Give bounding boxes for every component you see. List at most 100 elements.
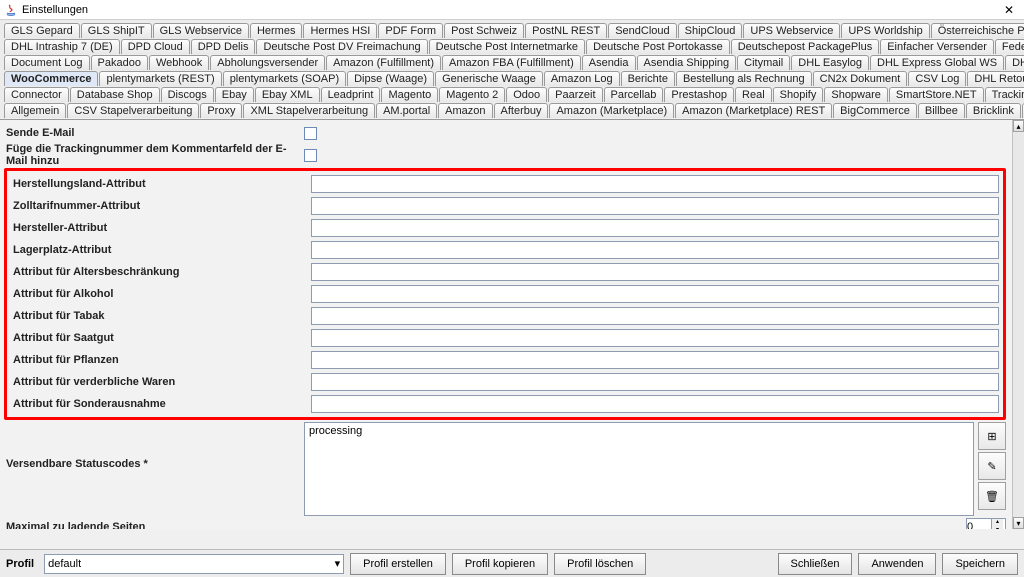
input-attribut-f-r-tabak[interactable] <box>311 307 999 325</box>
tab-asendia-shipping[interactable]: Asendia Shipping <box>637 55 737 70</box>
spinner-max-pages[interactable]: 0 ▴▾ <box>966 518 1006 529</box>
combo-profil[interactable]: default ▾ <box>44 554 344 574</box>
tab-dhl-retoure[interactable]: DHL Retoure <box>967 71 1024 86</box>
button-profil-loeschen[interactable]: Profil löschen <box>554 553 646 575</box>
tab-citymail[interactable]: Citymail <box>737 55 790 70</box>
tab-bestellung-als-rechnung[interactable]: Bestellung als Rechnung <box>676 71 812 86</box>
tab-shopify[interactable]: Shopify <box>773 87 824 102</box>
tab-asendia[interactable]: Asendia <box>582 55 636 70</box>
delete-button[interactable]: 🗑 <box>978 482 1006 510</box>
button-speichern[interactable]: Speichern <box>942 553 1018 575</box>
tab-pakadoo[interactable]: Pakadoo <box>91 55 148 70</box>
chevron-up-icon[interactable]: ▴ <box>991 519 1003 527</box>
tab-deutsche-post-portokasse[interactable]: Deutsche Post Portokasse <box>586 39 730 54</box>
tab-dpd-cloud[interactable]: DPD Cloud <box>121 39 190 54</box>
tab-hermes[interactable]: Hermes <box>250 23 303 38</box>
tab-plentymarkets-soap-[interactable]: plentymarkets (SOAP) <box>223 71 346 86</box>
tab-document-log[interactable]: Document Log <box>4 55 90 70</box>
input-lagerplatz-attribut[interactable] <box>311 241 999 259</box>
tab-shipcloud[interactable]: ShipCloud <box>678 23 743 38</box>
tab-csv-log[interactable]: CSV Log <box>908 71 966 86</box>
tab-dhl-easylog[interactable]: DHL Easylog <box>791 55 869 70</box>
edit-button[interactable]: ✎ <box>978 452 1006 480</box>
tab-pdf-form[interactable]: PDF Form <box>378 23 443 38</box>
button-anwenden[interactable]: Anwenden <box>858 553 936 575</box>
tab-connector[interactable]: Connector <box>4 87 69 102</box>
button-profil-kopieren[interactable]: Profil kopieren <box>452 553 548 575</box>
tab-deutschepost-packageplus[interactable]: Deutschepost PackagePlus <box>731 39 880 54</box>
tab-plentymarkets-rest-[interactable]: plentymarkets (REST) <box>99 71 221 86</box>
tab-magento[interactable]: Magento <box>381 87 438 102</box>
tab-odoo[interactable]: Odoo <box>506 87 547 102</box>
input-attribut-f-r-altersbeschr-nkung[interactable] <box>311 263 999 281</box>
chevron-down-icon[interactable]: ▾ <box>991 527 1003 529</box>
checkbox-add-tracking[interactable] <box>304 149 317 162</box>
tab-parcellab[interactable]: Parcellab <box>604 87 664 102</box>
tab-abholungsversender[interactable]: Abholungsversender <box>210 55 325 70</box>
input-herstellungsland-attribut[interactable] <box>311 175 999 193</box>
tab-hermes-hsi[interactable]: Hermes HSI <box>303 23 377 38</box>
add-button[interactable]: ⊞ <box>978 422 1006 450</box>
checkbox-send-email[interactable] <box>304 127 317 140</box>
tab-amazon[interactable]: Amazon <box>438 103 492 118</box>
tab-trackingportal[interactable]: Trackingportal <box>985 87 1024 102</box>
tab-ups-webservice[interactable]: UPS Webservice <box>743 23 840 38</box>
tab-webhook[interactable]: Webhook <box>149 55 209 70</box>
tab-prestashop[interactable]: Prestashop <box>664 87 734 102</box>
tab-sendcloud[interactable]: SendCloud <box>608 23 676 38</box>
tab-amazon-fulfillment-[interactable]: Amazon (Fulfillment) <box>326 55 441 70</box>
tab-magento-2[interactable]: Magento 2 <box>439 87 505 102</box>
tab-dpd-delis[interactable]: DPD Delis <box>191 39 256 54</box>
tab-fedex-webservice[interactable]: Fedex Webservice <box>995 39 1024 54</box>
input-attribut-f-r-pflanzen[interactable] <box>311 351 999 369</box>
input-statuscodes[interactable] <box>304 422 974 516</box>
tab-billbee[interactable]: Billbee <box>918 103 965 118</box>
tab-csv-stapelverarbeitung[interactable]: CSV Stapelverarbeitung <box>67 103 199 118</box>
tab-postnl-rest[interactable]: PostNL REST <box>525 23 607 38</box>
tab-am-portal[interactable]: AM.portal <box>376 103 437 118</box>
tab-real[interactable]: Real <box>735 87 772 102</box>
input-zolltarifnummer-attribut[interactable] <box>311 197 999 215</box>
tab-allgemein[interactable]: Allgemein <box>4 103 66 118</box>
vertical-scrollbar[interactable]: ▴ ▾ <box>1012 120 1024 529</box>
tab-bigcommerce[interactable]: BigCommerce <box>833 103 917 118</box>
tab--sterreichische-post[interactable]: Österreichische Post <box>931 23 1024 38</box>
tab-dipse-waage-[interactable]: Dipse (Waage) <box>347 71 434 86</box>
tab-smartstore-net[interactable]: SmartStore.NET <box>889 87 984 102</box>
tab-paarzeit[interactable]: Paarzeit <box>548 87 602 102</box>
tab-afterbuy[interactable]: Afterbuy <box>494 103 549 118</box>
tab-amazon-log[interactable]: Amazon Log <box>544 71 620 86</box>
button-schliessen[interactable]: Schließen <box>778 553 853 575</box>
tab-ebay-xml[interactable]: Ebay XML <box>255 87 320 102</box>
scroll-down-icon[interactable]: ▾ <box>1013 517 1024 529</box>
tab-deutsche-post-dv-freimachung[interactable]: Deutsche Post DV Freimachung <box>256 39 427 54</box>
tab-dhl-intraship-7-de-[interactable]: DHL Intraship 7 (DE) <box>4 39 120 54</box>
tab-dhl-gesch-ftskundenversand[interactable]: DHL Geschäftskundenversand <box>1005 55 1024 70</box>
tab-post-schweiz[interactable]: Post Schweiz <box>444 23 524 38</box>
tab-einfacher-versender[interactable]: Einfacher Versender <box>880 39 994 54</box>
input-attribut-f-r-alkohol[interactable] <box>311 285 999 303</box>
input-hersteller-attribut[interactable] <box>311 219 999 237</box>
tab-xml-stapelverarbeitung[interactable]: XML Stapelverarbeitung <box>243 103 375 118</box>
tab-berichte[interactable]: Berichte <box>621 71 675 86</box>
input-attribut-f-r-verderbliche-waren[interactable] <box>311 373 999 391</box>
close-icon[interactable]: ✕ <box>998 3 1020 17</box>
tab-discogs[interactable]: Discogs <box>161 87 214 102</box>
tab-ebay[interactable]: Ebay <box>215 87 254 102</box>
tab-woocommerce[interactable]: WooCommerce <box>4 71 98 86</box>
tab-gls-shipit[interactable]: GLS ShipIT <box>81 23 152 38</box>
tab-amazon-marketplace-rest[interactable]: Amazon (Marketplace) REST <box>675 103 832 118</box>
tab-proxy[interactable]: Proxy <box>200 103 242 118</box>
input-attribut-f-r-sonderausnahme[interactable] <box>311 395 999 413</box>
tab-bricklink[interactable]: Bricklink <box>966 103 1021 118</box>
scroll-up-icon[interactable]: ▴ <box>1013 120 1024 132</box>
tab-gls-webservice[interactable]: GLS Webservice <box>153 23 249 38</box>
tab-ups-worldship[interactable]: UPS Worldship <box>841 23 929 38</box>
input-attribut-f-r-saatgut[interactable] <box>311 329 999 347</box>
tab-dhl-express-global-ws[interactable]: DHL Express Global WS <box>870 55 1004 70</box>
tab-amazon-marketplace-[interactable]: Amazon (Marketplace) <box>549 103 674 118</box>
tab-leadprint[interactable]: Leadprint <box>321 87 381 102</box>
tab-gls-gepard[interactable]: GLS Gepard <box>4 23 80 38</box>
tab-deutsche-post-internetmarke[interactable]: Deutsche Post Internetmarke <box>429 39 585 54</box>
button-profil-erstellen[interactable]: Profil erstellen <box>350 553 446 575</box>
